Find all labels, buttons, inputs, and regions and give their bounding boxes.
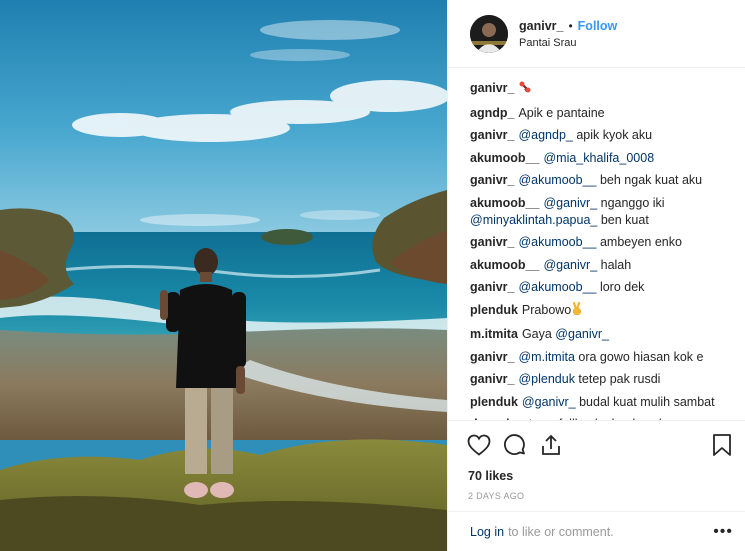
likes-count[interactable]: 70 likes	[468, 469, 735, 483]
comment-item: ganivr_ @akumoob__ ambeyen enko	[470, 234, 733, 251]
mention-link[interactable]: @ganivr_	[543, 196, 597, 210]
bookmark-icon[interactable]	[709, 432, 735, 458]
beach-photo-illustration	[0, 0, 447, 551]
comment-item: akumoob__ @ganivr_ halah	[470, 257, 733, 274]
share-icon[interactable]	[538, 432, 564, 458]
username-link[interactable]: ganivr_	[519, 19, 563, 33]
post-photo[interactable]	[0, 0, 447, 551]
comment-item: ganivr_	[470, 80, 733, 99]
actions-section: 70 likes 2 DAYS AGO	[448, 420, 745, 520]
more-options-button[interactable]: •••	[713, 523, 733, 541]
heart-icon[interactable]	[466, 432, 492, 458]
login-prompt-text: to like or comment.	[508, 524, 614, 539]
mention-link[interactable]: @ganivr_	[522, 395, 576, 409]
comment-icon[interactable]	[502, 432, 528, 458]
comment-username[interactable]: ganivr_	[470, 372, 514, 386]
comment-username[interactable]: ganivr_	[470, 128, 514, 142]
comment-username[interactable]: plenduk	[470, 395, 518, 409]
mention-link[interactable]: @mia_khalifa_0008	[543, 151, 654, 165]
mention-link[interactable]: @ganivr_	[543, 258, 597, 272]
comment-footer: Log in to like or comment. •••	[448, 511, 745, 551]
comment-item: ganivr_ @m.itmita ora gowo hiasan kok e	[470, 349, 733, 366]
victory-hand-emoji	[571, 301, 583, 321]
mention-link[interactable]: @akumoob__	[518, 173, 596, 187]
comment-text: loro dek	[596, 280, 645, 294]
comment-text: ora gowo hiasan kok e	[574, 349, 704, 364]
mention-link[interactable]: @plenduk	[518, 372, 574, 386]
comment-text: Apik e pantaine	[518, 105, 605, 120]
mention-link[interactable]: @akumoob__	[518, 280, 596, 294]
comment-username[interactable]: akumoob__	[470, 196, 539, 210]
comment-item: ganivr_ @agndp_ apik kyok aku	[470, 127, 733, 144]
separator-dot: •	[568, 18, 573, 33]
mention-link[interactable]: @minyaklintah.papua_	[470, 213, 597, 227]
comment-username[interactable]: akumoob__	[470, 151, 539, 165]
comment-text: apik kyok aku	[572, 128, 653, 142]
comment-username[interactable]: akumoob__	[470, 258, 539, 272]
comment-username[interactable]: plenduk	[470, 303, 518, 317]
comment-item: ganivr_ @plenduk tetep pak rusdi	[470, 371, 733, 388]
comment-text: beh ngak kuat aku	[596, 173, 703, 187]
comment-text: halah	[597, 257, 632, 272]
mention-link[interactable]: @ganivr_	[555, 327, 609, 341]
comment-text: tetep pak rusdi	[574, 372, 661, 386]
post-side-panel: ganivr_ • Follow Pantai Srau ganivr_agnd…	[447, 0, 745, 551]
header-line: ganivr_ • Follow	[519, 19, 617, 33]
comments-list[interactable]: ganivr_ agndp_ Apik e pantaine ganivr_ @agnd…	[448, 68, 745, 420]
location-link[interactable]: Pantai Srau	[519, 37, 617, 49]
login-link[interactable]: Log in	[470, 525, 504, 539]
action-icons	[466, 431, 735, 459]
comment-item: akumoob__ @mia_khalifa_0008	[470, 150, 733, 167]
comment-username[interactable]: agndp_	[470, 106, 514, 120]
avatar[interactable]	[470, 14, 508, 53]
comment-text: Gaya	[521, 327, 556, 341]
comment-username[interactable]: ganivr_	[470, 235, 514, 249]
header-text: ganivr_ • Follow Pantai Srau	[519, 19, 617, 49]
comment-item: plenduk Prabowo	[470, 301, 733, 321]
mention-link[interactable]: @akumoob__	[518, 235, 596, 249]
dumbbell-emoji	[518, 80, 532, 99]
comment-item: m.itmita Gaya @ganivr_	[470, 326, 733, 343]
comment-username[interactable]: ganivr_	[470, 81, 514, 95]
comment-text: ben kuat	[597, 212, 649, 227]
mention-link[interactable]: @agndp_	[518, 128, 572, 142]
post-date[interactable]: 2 DAYS AGO	[468, 491, 735, 501]
post-header: ganivr_ • Follow Pantai Srau	[448, 0, 745, 68]
comment-text: Prabowo	[521, 302, 572, 317]
instagram-post: ganivr_ • Follow Pantai Srau ganivr_agnd…	[0, 0, 745, 551]
comment-item: ganivr_ @akumoob__ loro dek	[470, 279, 733, 296]
comment-text: ambeyen enko	[596, 235, 682, 249]
follow-button[interactable]: Follow	[578, 19, 618, 33]
comment-text: nganggo iki	[597, 195, 665, 210]
comment-item: agndp_ Apik e pantaine	[470, 105, 733, 122]
comment-username[interactable]: ganivr_	[470, 173, 514, 187]
mention-link[interactable]: @m.itmita	[518, 350, 574, 364]
comment-username[interactable]: ganivr_	[470, 280, 514, 294]
comment-item: akumoob__ @ganivr_ nganggo iki @minyaklin…	[470, 195, 733, 229]
comment-text: budal kuat mulih sambat	[575, 394, 715, 409]
comment-username[interactable]: m.itmita	[470, 327, 518, 341]
comment-username[interactable]: ganivr_	[470, 350, 514, 364]
avatar-image	[470, 14, 508, 53]
comment-item: ganivr_ @akumoob__ beh ngak kuat aku	[470, 172, 733, 189]
comment-item: plenduk @ganivr_ budal kuat mulih sambat	[470, 394, 733, 411]
